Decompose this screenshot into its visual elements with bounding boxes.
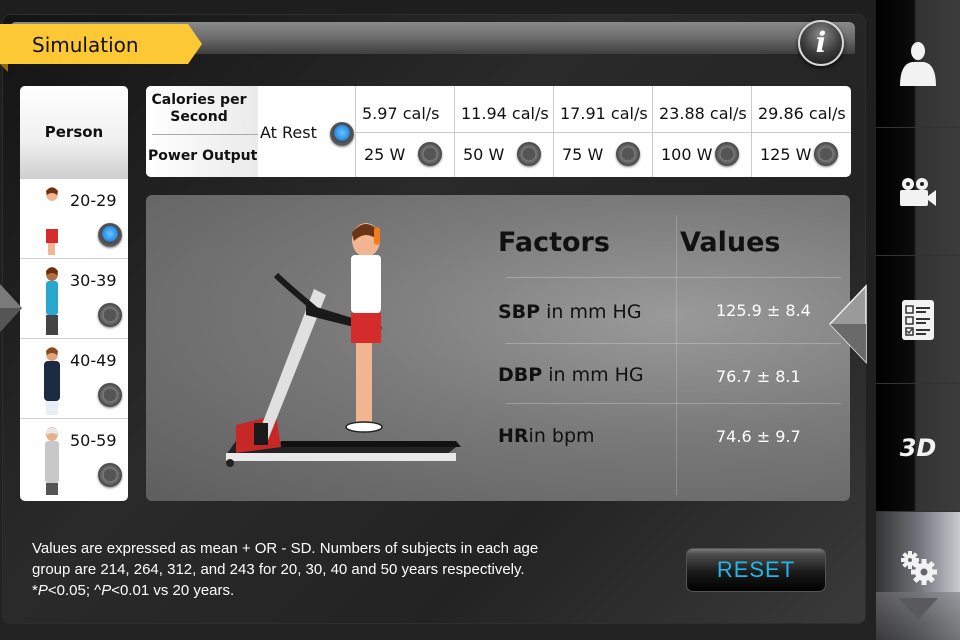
sidebar-item-video[interactable] (876, 128, 960, 256)
checklist-icon (902, 299, 934, 340)
power-column[interactable]: 5.97 cal/s 25 W (356, 86, 455, 177)
calories-value: 23.88 cal/s (659, 104, 747, 123)
at-rest-label: At Rest (260, 123, 317, 142)
chevron-down-icon (898, 598, 938, 620)
treadmill-illustration (226, 223, 461, 467)
value-dbp: 76.7 ± 8.1 (716, 367, 801, 386)
factor-sbp: SBP in mm HG (498, 301, 642, 323)
previous-arrow-icon[interactable] (0, 284, 24, 334)
calories-value: 29.86 cal/s (758, 104, 846, 123)
factors-table: Factors Values SBP in mm HG 125.9 ± 8.4 … (486, 215, 846, 495)
title-ribbon-fold (0, 64, 8, 72)
gears-icon (901, 551, 937, 585)
divider (356, 132, 454, 133)
calories-value: 5.97 cal/s (362, 104, 440, 123)
age-label: 20-29 (70, 191, 117, 210)
row-divider (506, 277, 841, 278)
sidebar-item-anatomy[interactable] (876, 0, 960, 128)
factor-dbp: DBP in mm HG (498, 364, 644, 386)
sidebar-item-checklist[interactable] (876, 256, 960, 384)
age-radio[interactable] (98, 303, 122, 327)
power-output-table: Calories per Second Power Output At Rest… (146, 86, 851, 177)
person-figure-icon (44, 347, 60, 415)
person-row-20-29[interactable]: 20-29 (20, 178, 128, 258)
row-divider (506, 403, 841, 404)
page-title: Simulation (32, 33, 139, 57)
person-figure-icon (46, 267, 58, 335)
power-value: 50 W (463, 145, 505, 164)
age-label: 40-49 (70, 351, 117, 370)
calories-value: 17.91 cal/s (560, 104, 648, 123)
power-column[interactable]: 29.86 cal/s 125 W (752, 86, 851, 177)
power-value: 100 W (661, 145, 713, 164)
power-radio[interactable] (418, 142, 442, 166)
divider (554, 132, 652, 133)
power-radio[interactable] (616, 142, 640, 166)
power-column[interactable]: 17.91 cal/s 75 W (554, 86, 653, 177)
sidebar: 3D (876, 0, 960, 640)
age-radio[interactable] (98, 223, 122, 247)
person-selector: Person 20-29 30-39 40-49 50-59 (20, 86, 128, 501)
info-button[interactable]: i (798, 20, 844, 66)
3d-label: 3D (899, 433, 937, 462)
power-radio[interactable] (814, 142, 838, 166)
power-value: 125 W (760, 145, 812, 164)
person-row-40-49[interactable]: 40-49 (20, 338, 128, 418)
power-column[interactable]: 11.94 cal/s 50 W (455, 86, 554, 177)
calories-label: Calories per Second (151, 92, 247, 125)
row-labels: Calories per Second Power Output (146, 86, 258, 177)
person-row-50-59[interactable]: 50-59 (20, 418, 128, 498)
info-icon: i (815, 26, 827, 59)
power-value: 75 W (562, 145, 604, 164)
divider (653, 132, 751, 133)
at-rest-radio[interactable] (330, 122, 354, 146)
age-label: 30-39 (70, 271, 117, 290)
divider (752, 132, 851, 133)
person-figure-icon (45, 427, 59, 495)
calories-value: 11.94 cal/s (461, 104, 549, 123)
row-divider (506, 343, 841, 344)
age-radio[interactable] (98, 463, 122, 487)
column-divider (676, 215, 677, 495)
power-label: Power Output (148, 148, 258, 164)
age-radio[interactable] (98, 383, 122, 407)
treadmill-icon (226, 272, 461, 467)
factors-header: Factors (498, 227, 610, 258)
at-rest-option[interactable]: At Rest (258, 86, 356, 177)
person-bust-icon (900, 41, 936, 86)
sidebar-item-3d[interactable]: 3D (876, 384, 960, 512)
next-arrow-icon[interactable] (826, 284, 868, 364)
age-label: 50-59 (70, 431, 117, 450)
values-header: Values (680, 227, 781, 258)
exercising-person-icon (345, 223, 383, 433)
app-root: Simulation i Person 20-29 30-39 40-49 50… (0, 0, 960, 640)
factor-hr: HRin bpm (498, 425, 595, 447)
footnote-text: Values are expressed as mean + OR - SD. … (32, 540, 539, 599)
power-column[interactable]: 23.88 cal/s 100 W (653, 86, 752, 177)
power-value: 25 W (364, 145, 406, 164)
video-camera-icon (900, 177, 936, 206)
power-radio[interactable] (715, 142, 739, 166)
scroll-down-button[interactable] (876, 592, 960, 640)
person-header: Person (20, 86, 128, 178)
divider (455, 132, 553, 133)
simulation-display: Factors Values SBP in mm HG 125.9 ± 8.4 … (146, 195, 850, 501)
person-row-30-39[interactable]: 30-39 (20, 258, 128, 338)
person-figure-icon (46, 187, 58, 255)
value-hr: 74.6 ± 9.7 (716, 427, 801, 446)
power-radio[interactable] (517, 142, 541, 166)
divider (152, 134, 258, 135)
value-sbp: 125.9 ± 8.4 (716, 301, 811, 320)
reset-button[interactable]: RESET (686, 548, 826, 592)
